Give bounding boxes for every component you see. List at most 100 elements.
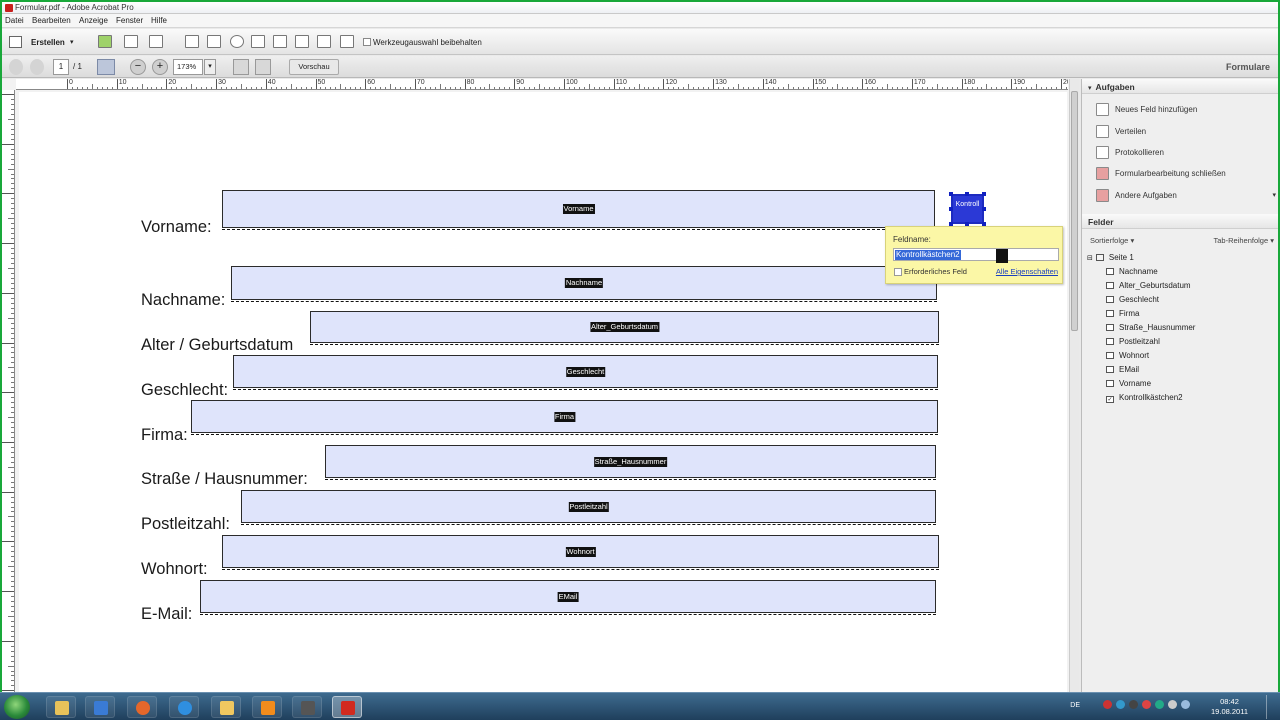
next-page-icon[interactable] [30, 59, 44, 75]
tray-icon[interactable] [1155, 700, 1164, 709]
tray-icon[interactable] [1116, 700, 1125, 709]
listbox-tool-icon[interactable] [251, 35, 265, 48]
acrobat-taskbar-icon[interactable] [332, 696, 362, 718]
ruler-tick-label: 30 [218, 79, 226, 86]
form-label-8: Wohnort: [141, 560, 208, 578]
tree-field-item[interactable]: Alter_Geburtsdatum [1106, 281, 1191, 290]
tab-order-dropdown[interactable]: Tab-Reihenfolge ▾ [1214, 236, 1274, 245]
volume-icon[interactable] [1181, 700, 1190, 709]
zoom-in-icon[interactable]: + [152, 59, 168, 75]
tree-field-item[interactable]: Geschlecht [1106, 295, 1159, 304]
checkbox-tool-icon[interactable] [207, 35, 221, 48]
windows-start-icon[interactable] [4, 695, 30, 719]
tree-field-item[interactable]: Vorname [1106, 379, 1151, 388]
tree-field-item[interactable]: Wohnort [1106, 351, 1149, 360]
tray-icon[interactable] [1103, 700, 1112, 709]
ruler-subtick [350, 87, 352, 89]
form-field-5[interactable]: Firma [191, 400, 938, 433]
prev-page-icon[interactable] [9, 59, 23, 75]
firefox-taskbar-icon[interactable] [127, 696, 157, 718]
ruler-subtick [737, 84, 739, 89]
zoom-out-icon[interactable]: − [130, 59, 146, 75]
zoom-input[interactable]: 173% [173, 59, 203, 75]
zoom-dropdown-icon[interactable]: ▾ [204, 59, 216, 75]
tree-field-item[interactable]: Nachname [1106, 267, 1158, 276]
form-field-8[interactable]: Wohnort [222, 535, 939, 568]
menu-datei[interactable]: Datei [5, 16, 24, 25]
radio-tool-icon[interactable] [230, 35, 244, 48]
text-field-tool-icon[interactable] [185, 35, 199, 48]
fit-page-icon[interactable] [233, 59, 249, 75]
ruler-subtick [245, 87, 247, 89]
all-properties-link[interactable]: Alle Eigenschaften [996, 267, 1058, 276]
tasks-header[interactable]: ▾ Aufgaben [1082, 79, 1278, 94]
show-desktop-button[interactable] [1266, 695, 1278, 719]
select-tool-icon[interactable] [97, 59, 115, 75]
form-field-1[interactable]: Vorname [222, 190, 935, 228]
print-icon[interactable] [149, 35, 163, 48]
dropdown-tool-icon[interactable] [273, 35, 287, 48]
open-icon[interactable] [98, 35, 112, 48]
menu-anzeige[interactable]: Anzeige [79, 16, 108, 25]
scrollbar-thumb[interactable] [1071, 91, 1078, 331]
form-label-7: Postleitzahl: [141, 515, 230, 533]
menu-bearbeiten[interactable]: Bearbeiten [32, 16, 71, 25]
menu-hilfe[interactable]: Hilfe [151, 16, 167, 25]
input-language[interactable]: DE [1070, 702, 1080, 709]
keep-tool-checkbox[interactable] [363, 38, 371, 46]
menu-fenster[interactable]: Fenster [116, 16, 143, 25]
app-taskbar-icon[interactable] [292, 696, 322, 718]
ruler-subtick [504, 87, 506, 89]
task-other[interactable]: Andere Aufgaben ▾ [1096, 188, 1276, 206]
media-player-taskbar-icon[interactable] [85, 696, 115, 718]
tree-field-item[interactable]: Postleitzahl [1106, 337, 1160, 346]
vlc-taskbar-icon[interactable] [252, 696, 282, 718]
form-field-7[interactable]: Postleitzahl [241, 490, 936, 523]
form-field-9[interactable]: EMail [200, 580, 936, 613]
network-icon[interactable] [1168, 700, 1177, 709]
fit-width-icon[interactable] [255, 59, 271, 75]
tree-page-node[interactable]: ⊟ Seite 1 [1087, 253, 1134, 262]
required-checkbox[interactable] [894, 268, 902, 276]
create-button[interactable]: Erstellen ▾ [7, 34, 77, 50]
resize-handle[interactable] [949, 207, 953, 211]
field-name-input[interactable]: Kontrollkästchen2 [893, 248, 1059, 261]
tray-icon[interactable] [1142, 700, 1151, 709]
ruler-subtick [295, 87, 297, 89]
explorer-taskbar-icon[interactable] [46, 696, 76, 718]
ruler-tick [67, 79, 68, 89]
ruler-subtick [11, 287, 14, 289]
ruler-subtick [11, 357, 14, 359]
ruler-subtick [91, 84, 93, 89]
preview-button[interactable]: Vorschau [289, 59, 339, 75]
ie-taskbar-icon[interactable] [169, 696, 199, 718]
tree-field-item[interactable]: Firma [1106, 309, 1139, 318]
button-tool-icon[interactable] [295, 35, 309, 48]
page-number-input[interactable]: 1 [53, 59, 69, 75]
tree-field-item[interactable]: EMail [1106, 365, 1139, 374]
barcode-tool-icon[interactable] [317, 35, 331, 48]
ruler-subtick [11, 173, 14, 175]
ruler-subtick [11, 258, 14, 259]
ruler-subtick [842, 87, 844, 89]
folder-taskbar-icon[interactable] [211, 696, 241, 718]
tree-field-item[interactable]: Straße_Hausnummer [1106, 323, 1195, 332]
form-field-6[interactable]: Straße_Hausnummer [325, 445, 936, 478]
form-field-4[interactable]: Geschlecht [233, 355, 938, 388]
sort-order-dropdown[interactable]: Sortierfolge ▾ [1090, 236, 1134, 245]
checkbox-field-selected[interactable]: Kontroll [951, 194, 984, 224]
save-icon[interactable] [124, 35, 138, 48]
tree-field-item[interactable]: ✓ Kontrollkästchen2 [1106, 393, 1183, 403]
form-field-3[interactable]: Alter_Geburtsdatum [310, 311, 939, 343]
field-name-tag: Wohnort [565, 546, 596, 557]
ruler-tick [2, 292, 14, 294]
tray-icon[interactable] [1129, 700, 1138, 709]
clock[interactable]: 08:42 19.08.2011 [1211, 697, 1248, 717]
resize-handle[interactable] [949, 192, 953, 196]
resize-handle[interactable] [982, 207, 986, 211]
resize-handle[interactable] [965, 192, 969, 196]
vertical-scrollbar[interactable] [1069, 79, 1079, 692]
signature-tool-icon[interactable] [340, 35, 354, 48]
resize-handle[interactable] [982, 192, 986, 196]
form-field-2[interactable]: Nachname [231, 266, 937, 300]
